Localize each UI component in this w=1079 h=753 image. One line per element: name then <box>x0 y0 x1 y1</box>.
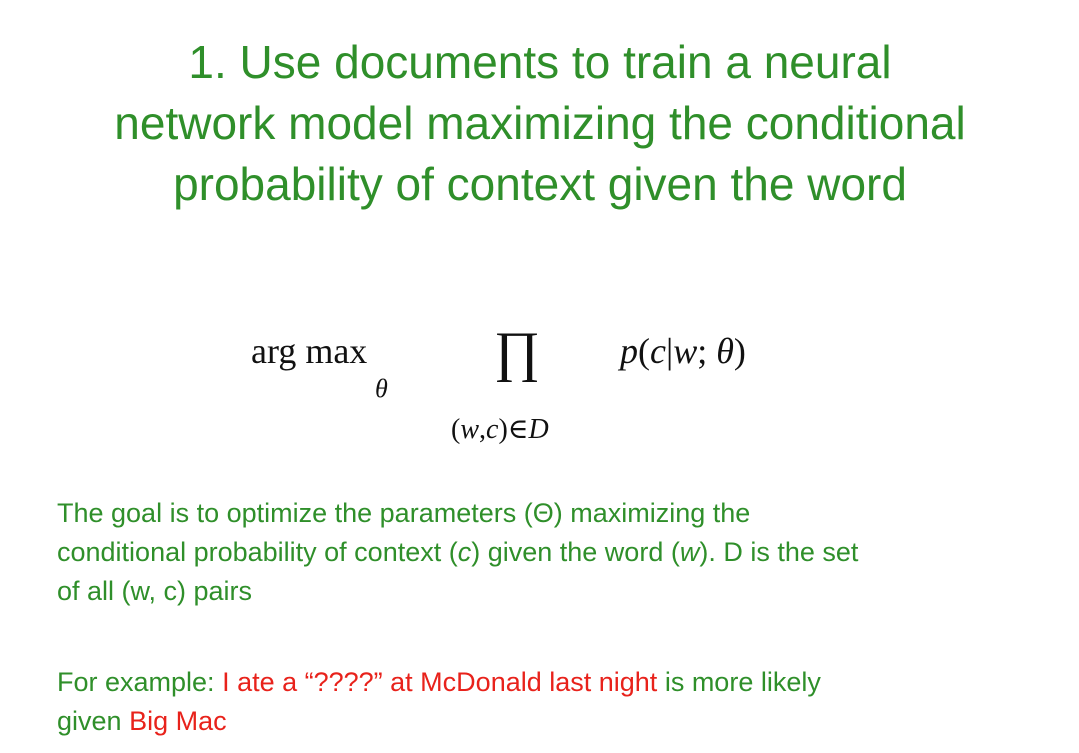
description-line-3: of all (w, c) pairs <box>57 576 253 606</box>
description-paragraph: The goal is to optimize the parameters (… <box>57 494 1047 611</box>
formula-sub-c: c <box>486 414 499 445</box>
description-line-1: The goal is to optimize the parameters (… <box>57 498 751 528</box>
formula-sub-comma: , <box>479 414 487 445</box>
formula-sub-w: w <box>460 414 480 445</box>
formula-argmax: arg max <box>251 331 368 371</box>
example-line-1: For example: I ate a “????” at McDonald … <box>57 663 1047 702</box>
example-label: For example: <box>57 667 223 697</box>
formula-product-symbol: ∏ <box>494 321 541 383</box>
description-w: w <box>679 537 700 567</box>
example-line-2: given Big Mac <box>57 702 1047 741</box>
formula-probability: p(c|w; θ) <box>620 331 746 371</box>
description-line-2-a: conditional probability of context ( <box>57 537 458 567</box>
example-middle: is more likely <box>657 667 821 697</box>
objective-formula: arg max θ ∏ (w,c)∈D p(c|w; θ) <box>0 0 1079 753</box>
formula-prob-w: w <box>673 331 698 371</box>
example-paragraph: For example: I ate a “????” at McDonald … <box>57 663 1047 741</box>
description-line-2: conditional probability of context (c) g… <box>57 533 1047 572</box>
description-c: c <box>457 537 472 567</box>
formula-prob-p: p <box>620 331 638 371</box>
example-given: given <box>57 706 130 736</box>
formula-product-subscript: (w,c)∈D <box>451 414 549 446</box>
formula-prob-close: ) <box>733 331 746 371</box>
slide: 1. Use documents to train a neural netwo… <box>0 0 1079 753</box>
formula-prob-c: c <box>650 331 666 371</box>
formula-sub-D: D <box>528 414 549 445</box>
formula-prob-open: ( <box>638 331 650 371</box>
formula-prob-theta: θ <box>716 331 734 371</box>
description-line-2-b: ) given the word ( <box>471 537 680 567</box>
example-sentence: I ate a “????” at McDonald last night <box>222 667 658 697</box>
formula-argmax-subscript: θ <box>375 374 388 403</box>
description-line-2-d: ). D is the set <box>699 537 859 567</box>
formula-prob-semi: ; <box>697 331 717 371</box>
formula-sub-close: )∈ <box>498 414 529 445</box>
formula-sub-open: ( <box>451 414 461 445</box>
example-answer: Big Mac <box>129 706 227 736</box>
